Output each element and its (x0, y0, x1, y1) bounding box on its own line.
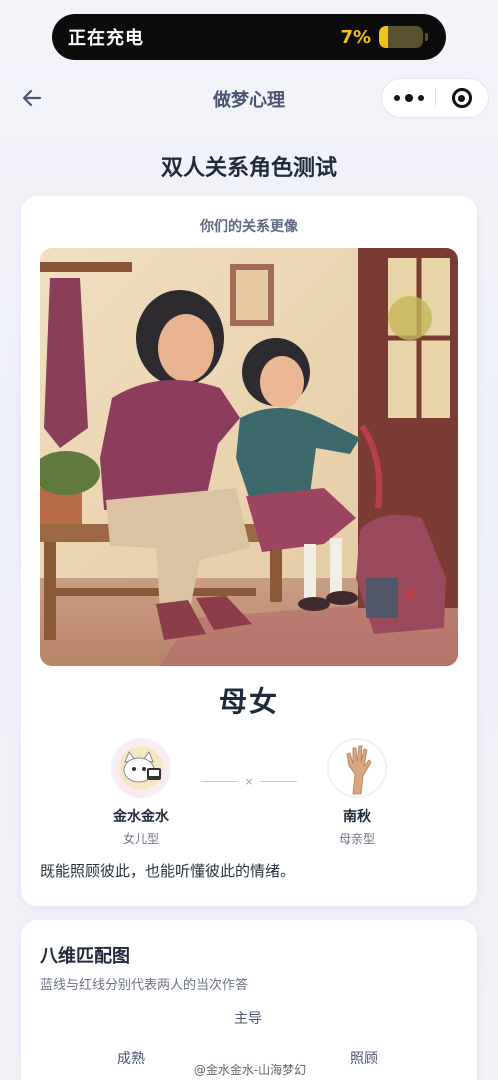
connector-line (259, 780, 297, 782)
navigation-bar: 做梦心理 (0, 72, 498, 126)
mini-program-capsule (381, 78, 489, 118)
hand-avatar-icon (329, 740, 385, 796)
person-left[interactable]: 金水金水 女儿型 (81, 738, 201, 847)
battery-icon (379, 26, 423, 48)
more-dot-icon (404, 94, 413, 102)
connector-x: × (244, 774, 254, 788)
more-dot-icon (393, 95, 400, 101)
person-right-type: 母亲型 (338, 832, 375, 846)
pair-connector: × (201, 774, 297, 788)
page-title: 双人关系角色测试 (160, 156, 337, 181)
close-mini-program-button[interactable] (436, 79, 488, 117)
result-card: 你们的关系更像 母女 金水金水 女儿型 × 南秋 母亲型 既能照顾彼此，也能听懂… (21, 196, 477, 906)
radar-label-right: 照顾 (350, 1051, 378, 1067)
dimension-subtitle: 蓝线与红线分别代表两人的当次作答 (40, 978, 249, 993)
radar-label-top: 主导 (234, 1011, 262, 1027)
cat-avatar-icon (113, 740, 169, 796)
dimension-title: 八维匹配图 (40, 946, 130, 967)
result-subtitle: 你们的关系更像 (200, 219, 298, 235)
battery-indicator: 7% (340, 26, 428, 48)
charging-status-text: 正在充电 (68, 28, 144, 49)
avatar (111, 738, 171, 798)
connector-line (201, 780, 239, 782)
dimension-card: 八维匹配图 蓝线与红线分别代表两人的当次作答 主导 成熟 照顾 (21, 920, 477, 1080)
charging-status-bar: 正在充电 7% (52, 14, 446, 60)
battery-percent: 7% (340, 26, 371, 48)
more-dot-icon (417, 95, 424, 101)
result-role-name: 母女 (218, 685, 279, 718)
avatar (327, 738, 387, 798)
battery-tip (425, 33, 428, 41)
watermark: @金水金水-山海梦幻 (160, 1060, 340, 1080)
person-right-name: 南秋 (343, 809, 371, 825)
person-right[interactable]: 南秋 母亲型 (297, 738, 417, 847)
person-left-type: 女儿型 (122, 832, 159, 846)
target-close-icon (451, 88, 472, 108)
more-menu-button[interactable] (382, 79, 435, 117)
battery-fill (379, 26, 388, 48)
person-left-name: 金水金水 (113, 809, 169, 825)
result-description: 既能照顾彼此，也能听懂彼此的情绪。 (40, 862, 296, 880)
mother-daughter-illustration (40, 248, 458, 666)
radar-label-left: 成熟 (117, 1051, 145, 1067)
